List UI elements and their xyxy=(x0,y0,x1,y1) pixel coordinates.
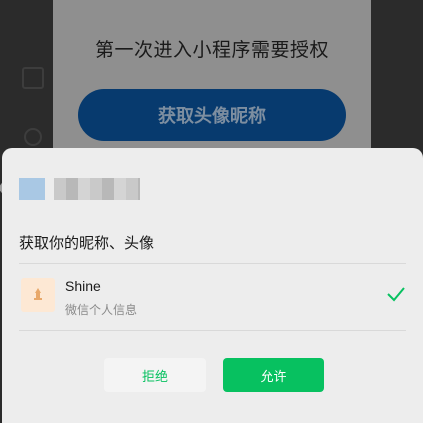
profile-name: Shine xyxy=(65,278,101,294)
background-square-icon xyxy=(22,67,44,89)
avatar-figure-icon xyxy=(34,288,42,300)
divider xyxy=(19,330,406,331)
background-auth-title: 第一次进入小程序需要授权 xyxy=(94,39,329,61)
background-circle-icon xyxy=(24,128,42,146)
authorization-sheet: 获取你的昵称、头像 Shine 微信个人信息 拒绝 允许 xyxy=(2,148,423,423)
request-title: 获取你的昵称、头像 xyxy=(19,234,155,252)
app-name-blurred xyxy=(54,178,140,200)
profile-option-row[interactable]: Shine 微信个人信息 xyxy=(19,264,406,330)
app-avatar-blurred xyxy=(19,178,45,200)
get-avatar-nickname-button: 获取头像昵称 xyxy=(78,89,346,141)
checkmark-icon xyxy=(387,287,405,302)
profile-subtitle: 微信个人信息 xyxy=(65,303,138,317)
allow-button[interactable]: 允许 xyxy=(223,358,324,392)
user-avatar xyxy=(21,278,55,312)
reject-button[interactable]: 拒绝 xyxy=(104,358,206,392)
